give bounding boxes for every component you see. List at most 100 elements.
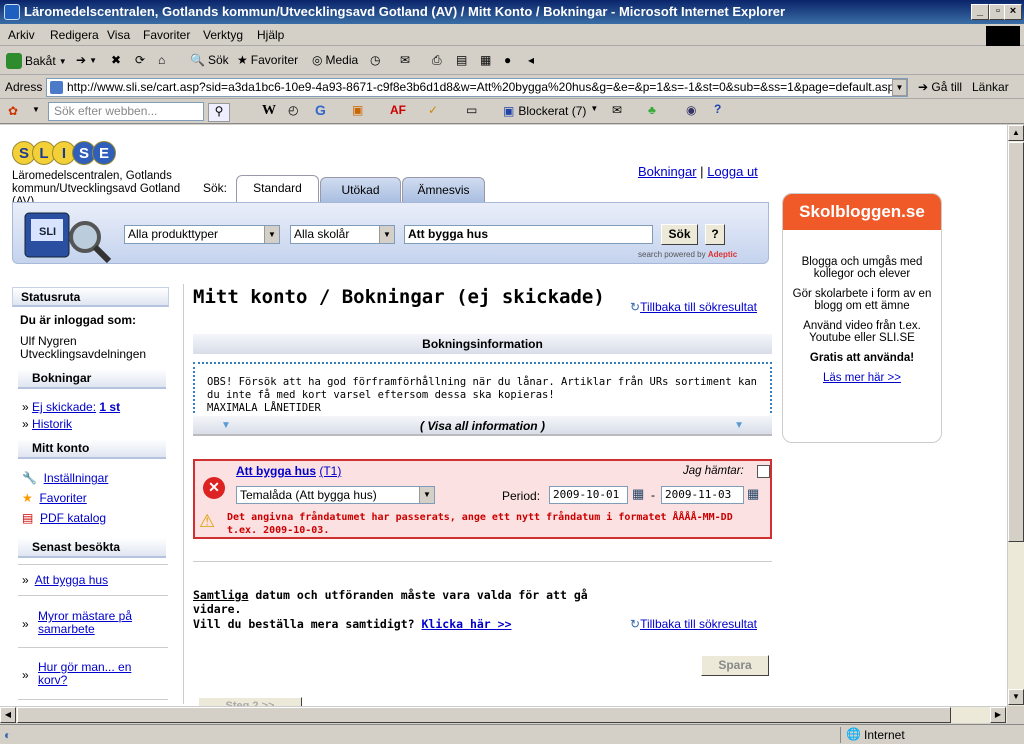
show-all-info-bar[interactable]: ▼ ( Visa all information ) ▼: [193, 416, 772, 436]
unsent-link[interactable]: » Ej skickade: 1 st: [22, 400, 120, 414]
vertical-scroll-thumb[interactable]: [1008, 142, 1024, 542]
minimize-button[interactable]: _: [971, 4, 989, 20]
font-icon[interactable]: AF: [390, 103, 406, 117]
address-dropdown[interactable]: ▼: [892, 79, 907, 96]
media-button[interactable]: ◎ Media: [312, 53, 358, 67]
recent-item[interactable]: Myror mästare på samarbete: [38, 610, 158, 636]
ad-read-more-link[interactable]: Läs mer här >>: [789, 372, 935, 384]
error-message: Det angivna fråndatumet har passerats, a…: [227, 512, 733, 536]
clock-icon[interactable]: ◴: [288, 103, 298, 117]
recent-item[interactable]: » Att bygga hus: [22, 573, 108, 587]
favorites-button[interactable]: ★ Favoriter: [237, 53, 298, 67]
school-year-select[interactable]: Alla skolår ▼: [290, 225, 395, 244]
google-icon[interactable]: G: [315, 102, 326, 118]
chevron-down-icon: ▼: [32, 105, 40, 114]
web-search-input[interactable]: Sök efter webben...: [48, 102, 204, 121]
address-bar: Adress http://www.sli.se/cart.asp?sid=a3…: [0, 76, 1024, 99]
scroll-down-icon[interactable]: ▼: [1008, 689, 1024, 705]
save-button[interactable]: Spara: [701, 655, 769, 676]
click-here-link[interactable]: Klicka här >>: [422, 617, 512, 631]
menu-redigera[interactable]: Redigera: [50, 28, 99, 42]
search-query-input[interactable]: Att bygga hus: [404, 225, 653, 244]
scroll-left-icon[interactable]: ◀: [0, 707, 16, 723]
envelope-icon[interactable]: ✉: [612, 103, 622, 117]
step-2-button[interactable]: Steg 2 >>: [198, 697, 302, 706]
window-title-bar: Läromedelscentralen, Gotlands kommun/Utv…: [0, 0, 1024, 24]
forward-button[interactable]: ➔ ▼: [76, 53, 97, 67]
error-icon: ✕: [203, 477, 225, 499]
mail-icon[interactable]: ✉: [400, 53, 410, 67]
menu-favoriter[interactable]: Favoriter: [143, 28, 190, 42]
form-icon[interactable]: ▭: [466, 103, 477, 117]
research-icon[interactable]: ◂: [528, 53, 534, 67]
highlight-icon[interactable]: ▣: [352, 103, 363, 117]
address-field[interactable]: http://www.sli.se/cart.asp?sid=a3da1bc6-…: [46, 78, 908, 97]
back-to-results-link[interactable]: ↻Tillbaka till sökresultat: [630, 300, 757, 314]
chevron-down-icon: ▼: [419, 487, 434, 503]
search-submit-button[interactable]: Sök: [661, 224, 698, 245]
edit-icon[interactable]: ▤: [456, 53, 467, 67]
variant-select[interactable]: Temalåda (Att bygga hus) ▼: [236, 486, 435, 504]
bookings-link[interactable]: Bokningar: [638, 164, 697, 179]
logout-link[interactable]: Logga ut: [707, 164, 758, 179]
calendar-icon[interactable]: ▦: [632, 486, 644, 502]
help-icon[interactable]: ?: [714, 102, 721, 116]
browser-toolbar: Bakåt ▼ ➔ ▼ ✖ ⟳ ⌂ 🔍 Sök ★ Favoriter ◎ Media ◷…: [0, 47, 1024, 75]
messenger-icon[interactable]: ●: [504, 53, 511, 67]
bookings-title: Bokningar: [18, 369, 166, 389]
menu-arkiv[interactable]: Arkiv: [8, 28, 35, 42]
divider: [840, 727, 841, 743]
settings-link[interactable]: 🔧 Inställningar: [22, 471, 108, 485]
org-name: Läromedelscentralen, Gotlands kommun/Utv…: [12, 170, 181, 203]
favorites-link[interactable]: ★ Favoriter: [22, 491, 87, 505]
date-to-input[interactable]: 2009-11-03: [661, 486, 744, 504]
tab-utokad[interactable]: Utökad: [320, 177, 401, 203]
pdf-catalog-link[interactable]: ▤ PDF katalog: [22, 511, 106, 525]
stop-icon[interactable]: ✖: [111, 53, 121, 67]
search-help-button[interactable]: ?: [705, 224, 725, 245]
product-type-select[interactable]: Alla produkttyper ▼: [124, 225, 280, 244]
search-go-icon[interactable]: ⚲: [208, 103, 230, 122]
item-title-link[interactable]: Att bygga hus (T1): [236, 464, 341, 478]
svg-text:SLI: SLI: [39, 226, 56, 238]
home-icon[interactable]: ⌂: [158, 53, 165, 67]
horizontal-scroll-thumb[interactable]: [17, 707, 951, 723]
history-icon[interactable]: ◷: [370, 53, 380, 67]
ad-text: Gratis att använda!: [809, 352, 915, 364]
top-links: Bokningar | Logga ut: [638, 164, 758, 179]
menu-hjalp[interactable]: Hjälp: [257, 28, 284, 42]
search-button[interactable]: 🔍 Sök: [190, 53, 229, 67]
go-button[interactable]: ➔ Gå till: [918, 80, 962, 94]
scroll-up-icon[interactable]: ▲: [1008, 125, 1024, 141]
tab-amnesvis[interactable]: Ämnesvis: [402, 177, 485, 203]
back-to-results-link-bottom[interactable]: ↻Tillbaka till sökresultat: [630, 617, 757, 631]
spell-icon[interactable]: ✓: [428, 103, 438, 117]
all-link[interactable]: Samtliga: [193, 588, 248, 602]
menu-verktyg[interactable]: Verktyg: [203, 28, 243, 42]
people-icon[interactable]: ♣: [648, 103, 656, 117]
back-button[interactable]: Bakåt ▼: [6, 53, 67, 69]
user-dept: Utvecklingsavdelningen: [20, 347, 147, 361]
horizontal-scrollbar[interactable]: ◀ ▶: [0, 706, 1007, 723]
close-button[interactable]: ×: [1004, 4, 1022, 20]
refresh-icon[interactable]: ⟳: [135, 53, 145, 67]
calendar-icon[interactable]: ▦: [747, 486, 759, 502]
popup-blocker[interactable]: ▣ Blockerat (7) ▼: [503, 104, 598, 118]
date-from-input[interactable]: 2009-10-01: [549, 486, 628, 504]
recent-item[interactable]: Hur gör man... en korv?: [38, 661, 158, 687]
print-icon[interactable]: ⎙: [432, 53, 442, 68]
history-link[interactable]: » Historik: [22, 417, 72, 431]
sidebar: Statusruta Du är inloggad som: Ulf Nygre…: [12, 287, 171, 706]
wikipedia-icon[interactable]: W: [262, 103, 276, 119]
chevron-down-icon: ▼: [734, 420, 744, 431]
scroll-right-icon[interactable]: ▶: [990, 707, 1006, 723]
pickup-checkbox[interactable]: [757, 465, 770, 478]
vertical-scrollbar[interactable]: ▲ ▼: [1007, 125, 1024, 706]
back-circle-icon[interactable]: ◉: [686, 103, 696, 117]
menu-visa[interactable]: Visa: [107, 28, 130, 42]
sli-logo[interactable]: S L I S E: [12, 125, 116, 170]
discuss-icon[interactable]: ▦: [480, 53, 491, 67]
tab-standard[interactable]: Standard: [236, 175, 319, 203]
links-button[interactable]: Länkar: [972, 80, 1009, 94]
column-divider: [183, 284, 184, 704]
